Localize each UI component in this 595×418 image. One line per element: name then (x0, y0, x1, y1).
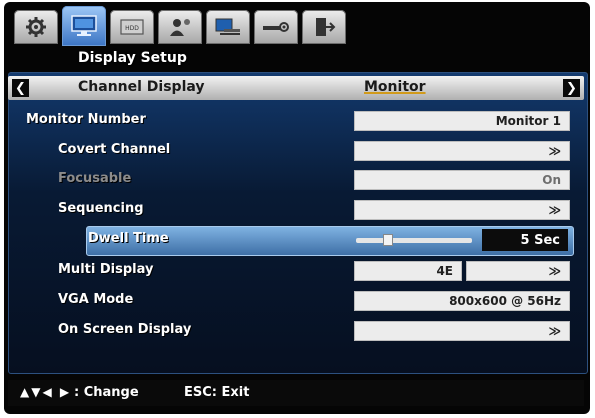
hdd-icon-text: HDD (125, 25, 139, 32)
tab-setup[interactable] (14, 10, 58, 44)
focusable-field: On (354, 170, 570, 190)
dwell-time-slider-handle[interactable] (382, 234, 393, 246)
next-arrow-button[interactable]: ❯ (563, 79, 580, 97)
previous-arrow-button[interactable]: ❮ (12, 79, 29, 97)
channel-display-label[interactable]: Channel Display (78, 79, 205, 95)
system-settings-icon (263, 22, 289, 32)
tab-display[interactable] (62, 6, 106, 46)
monitor-icon (71, 15, 97, 36)
chevron-left-icon: ❮ (15, 80, 26, 96)
hdd-icon: HDD (120, 19, 144, 35)
monitor-category-label[interactable]: Monitor (364, 79, 426, 95)
sequencing-field[interactable]: ≫ (354, 200, 570, 220)
user-icon (170, 19, 190, 36)
category-selector-bar: ❮ Channel Display Monitor ❯ (8, 76, 584, 100)
page-title: Display Setup (78, 50, 187, 66)
on-screen-display-field[interactable]: ≫ (354, 321, 570, 341)
vga-mode-field[interactable]: 800x600 @ 56Hz (354, 291, 570, 311)
dwell-time-slider[interactable] (356, 238, 472, 243)
tab-hdd[interactable]: HDD (110, 10, 154, 44)
covert-channel-field[interactable]: ≫ (354, 141, 570, 161)
gear-icon (26, 17, 46, 37)
tab-bar: HDD (14, 6, 346, 48)
network-icon (215, 18, 240, 35)
help-footer: ▲▼◀ ▶ : Change ESC: Exit (8, 380, 584, 406)
change-hint: : Change (74, 385, 139, 400)
on-screen-display-label: On Screen Display (58, 322, 192, 337)
multi-display-label: Multi Display (58, 262, 154, 277)
exit-icon (316, 18, 336, 36)
focusable-label: Focusable (58, 171, 132, 186)
multi-display-mode-field[interactable]: 4E (354, 261, 462, 281)
monitor-number-label: Monitor Number (26, 112, 146, 127)
exit-hint: ESC: Exit (184, 385, 250, 400)
dwell-time-value: 5 Sec (482, 229, 568, 251)
tab-network[interactable] (206, 10, 250, 44)
monitor-number-field[interactable]: Monitor 1 (354, 111, 570, 131)
chevron-right-icon: ❯ (566, 80, 577, 96)
multi-display-detail-field[interactable]: ≫ (466, 261, 570, 281)
tab-exit[interactable] (302, 10, 346, 44)
tab-user[interactable] (158, 10, 202, 44)
navigation-arrows-icon: ▲▼◀ ▶ (20, 385, 72, 399)
vga-mode-label: VGA Mode (58, 292, 134, 307)
sequencing-label: Sequencing (58, 201, 144, 216)
covert-channel-label: Covert Channel (58, 142, 171, 157)
tab-system[interactable] (254, 10, 298, 44)
dwell-time-label: Dwell Time (88, 231, 169, 246)
